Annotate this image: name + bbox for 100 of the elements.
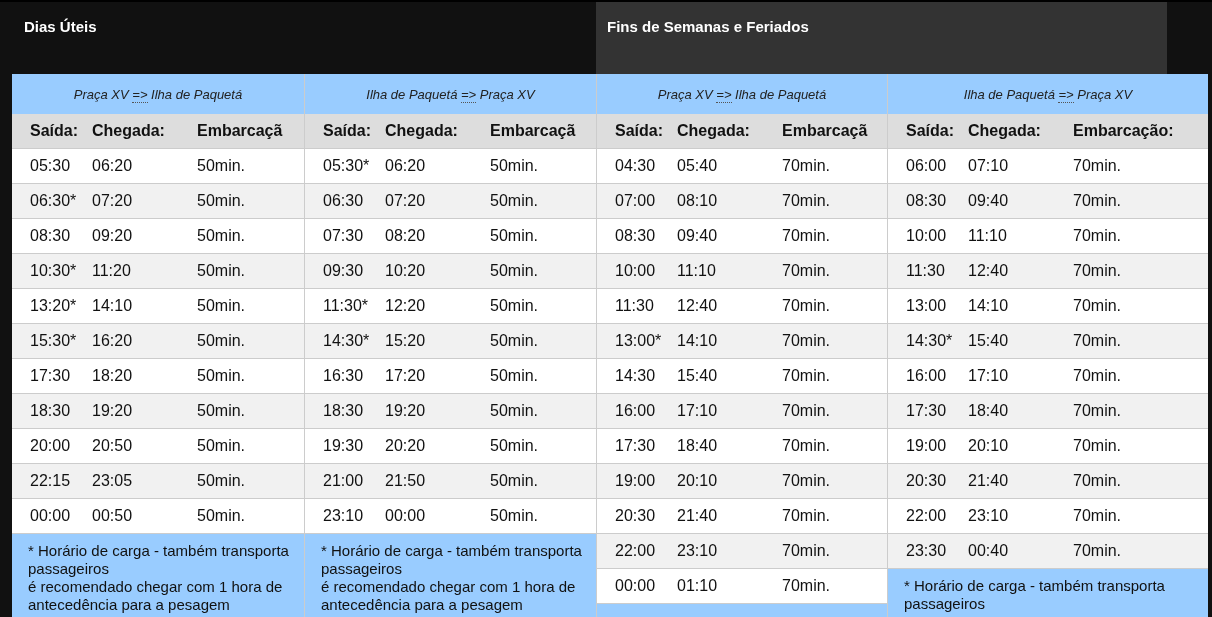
table-cell-text: 20:30: [614, 507, 657, 525]
table-cell-text: 70min.: [1073, 437, 1123, 455]
column-header: Saída:: [905, 122, 955, 140]
table-cell-text: 22:00: [905, 507, 948, 525]
table-cell-text: 50min.: [197, 192, 247, 210]
table-cell-text: 20:30: [905, 472, 948, 490]
table-cell-text: 10:20: [385, 262, 427, 280]
column-header: Chegada:: [968, 122, 1042, 140]
table-cell-text: 50min.: [490, 332, 540, 350]
table-cell-text: 70min.: [782, 437, 832, 455]
table-cell-text: 17:10: [968, 367, 1010, 385]
table-cell-text: 70min.: [782, 332, 832, 350]
table-cell-text: 16:00: [614, 402, 657, 420]
table-cell-text: 18:20: [92, 367, 134, 385]
table-cell-text: 08:30: [29, 227, 72, 245]
table-cell-text: 50min.: [197, 157, 247, 175]
table-cell-text: 22:15: [29, 472, 72, 490]
table-cell-text: 18:40: [968, 402, 1010, 420]
table-cell-text: 11:20: [92, 262, 132, 280]
column-header: Saída:: [322, 122, 372, 140]
table-cell-text: 10:30*: [29, 262, 78, 280]
table-cell-text: 12:40: [677, 297, 719, 315]
table-cell-text: 11:30*: [322, 297, 370, 315]
table-cell-text: 21:00: [322, 472, 365, 490]
table-cell-text: 20:20: [385, 437, 427, 455]
table-cell-text: 13:00*: [614, 332, 663, 350]
table-cell-text: 50min.: [197, 437, 247, 455]
table-cell-text: 20:10: [968, 437, 1010, 455]
table-cell-text: 00:00: [614, 577, 657, 595]
table-cell-text: 16:20: [92, 332, 134, 350]
column-header: Embarcação:: [1073, 122, 1175, 140]
table-cell-text: 22:00: [614, 542, 657, 560]
column-header: Chegada:: [385, 122, 459, 140]
table-cell-text: 19:20: [92, 402, 134, 420]
table-cell-text: 50min.: [197, 472, 247, 490]
table-cell-text: 70min.: [782, 367, 832, 385]
table-cell-text: 70min.: [782, 157, 832, 175]
table-cell-text: 70min.: [1073, 192, 1123, 210]
table-cell-text: 15:40: [968, 332, 1010, 350]
table-cell-text: 06:30*: [29, 192, 78, 210]
column-header: Embarcaçã: [197, 122, 284, 140]
table-cell-text: 20:50: [92, 437, 134, 455]
table-cell-text: 70min.: [782, 507, 832, 525]
table-cell-text: 09:40: [968, 192, 1010, 210]
table-cell-text: 50min.: [197, 227, 247, 245]
column-header: Embarcaçã: [490, 122, 577, 140]
table-cell-text: 70min.: [1073, 297, 1123, 315]
table-cell-text: 09:40: [677, 227, 719, 245]
column-header: Embarcaçã: [782, 122, 869, 140]
table-cell-text: 06:20: [385, 157, 427, 175]
table-cell-text: 06:30: [322, 192, 365, 210]
table-cell-text: 16:00: [905, 367, 948, 385]
table-cell-text: 12:20: [385, 297, 427, 315]
route-label: Praça XV => Ilha de Paquetá: [73, 86, 243, 102]
tab[interactable]: Fins de Semanas e Feriados: [596, 2, 1167, 74]
table-cell-text: 11:10: [968, 227, 1008, 245]
table-cell-text: 09:20: [92, 227, 134, 245]
table-cell-text: 07:00: [614, 192, 657, 210]
table-cell-text: 50min.: [197, 332, 247, 350]
column-header: Chegada:: [677, 122, 751, 140]
table-cell-text: 19:00: [614, 472, 657, 490]
footnote-text: * Horário de carga - também transporta passageiros: [904, 577, 1166, 613]
table-cell-text: 10:00: [905, 227, 948, 245]
table-cell-text: 10:00: [614, 262, 657, 280]
table-cell-text: 21:50: [385, 472, 427, 490]
table-cell-text: 70min.: [782, 227, 832, 245]
table-cell-text: 18:30: [322, 402, 365, 420]
table-cell-text: 14:30*: [905, 332, 954, 350]
column-header: Saída:: [29, 122, 79, 140]
table-cell-text: 50min.: [490, 507, 540, 525]
table-cell-text: 15:40: [677, 367, 719, 385]
table-cell-text: 08:20: [385, 227, 427, 245]
table-cell-text: 70min.: [1073, 542, 1123, 560]
table-cell-text: 70min.: [1073, 332, 1123, 350]
table-cell-text: 18:30: [29, 402, 72, 420]
route-label: Praça XV => Ilha de Paquetá: [657, 86, 827, 102]
table-cell-text: 70min.: [782, 542, 832, 560]
table-cell-text: 01:10: [677, 577, 719, 595]
table-cell-text: 70min.: [782, 262, 832, 280]
table-cell-text: 70min.: [782, 297, 832, 315]
table-cell-text: 20:00: [29, 437, 72, 455]
table-cell-text: 11:10: [677, 262, 717, 280]
table-cell-text: 19:00: [905, 437, 948, 455]
table-cell-text: 08:30: [905, 192, 948, 210]
table-cell-text: 50min.: [490, 437, 540, 455]
table-cell-text: 50min.: [490, 227, 540, 245]
table-cell-text: 07:20: [92, 192, 134, 210]
table-cell-text: 21:40: [968, 472, 1010, 490]
table-cell-text: 00:00: [385, 507, 427, 525]
table-cell-text: 70min.: [1073, 157, 1123, 175]
table-cell-text: 14:10: [968, 297, 1010, 315]
table-cell-text: 50min.: [490, 262, 540, 280]
table-cell-text: 18:40: [677, 437, 719, 455]
table-cell-text: 70min.: [782, 402, 832, 420]
table-cell-text: 70min.: [782, 192, 832, 210]
table-cell-text: 50min.: [197, 367, 247, 385]
table-cell-text: 17:30: [29, 367, 72, 385]
table-cell-text: 12:40: [968, 262, 1010, 280]
table-cell-text: 70min.: [1073, 402, 1123, 420]
table-cell-text: 04:30: [614, 157, 657, 175]
